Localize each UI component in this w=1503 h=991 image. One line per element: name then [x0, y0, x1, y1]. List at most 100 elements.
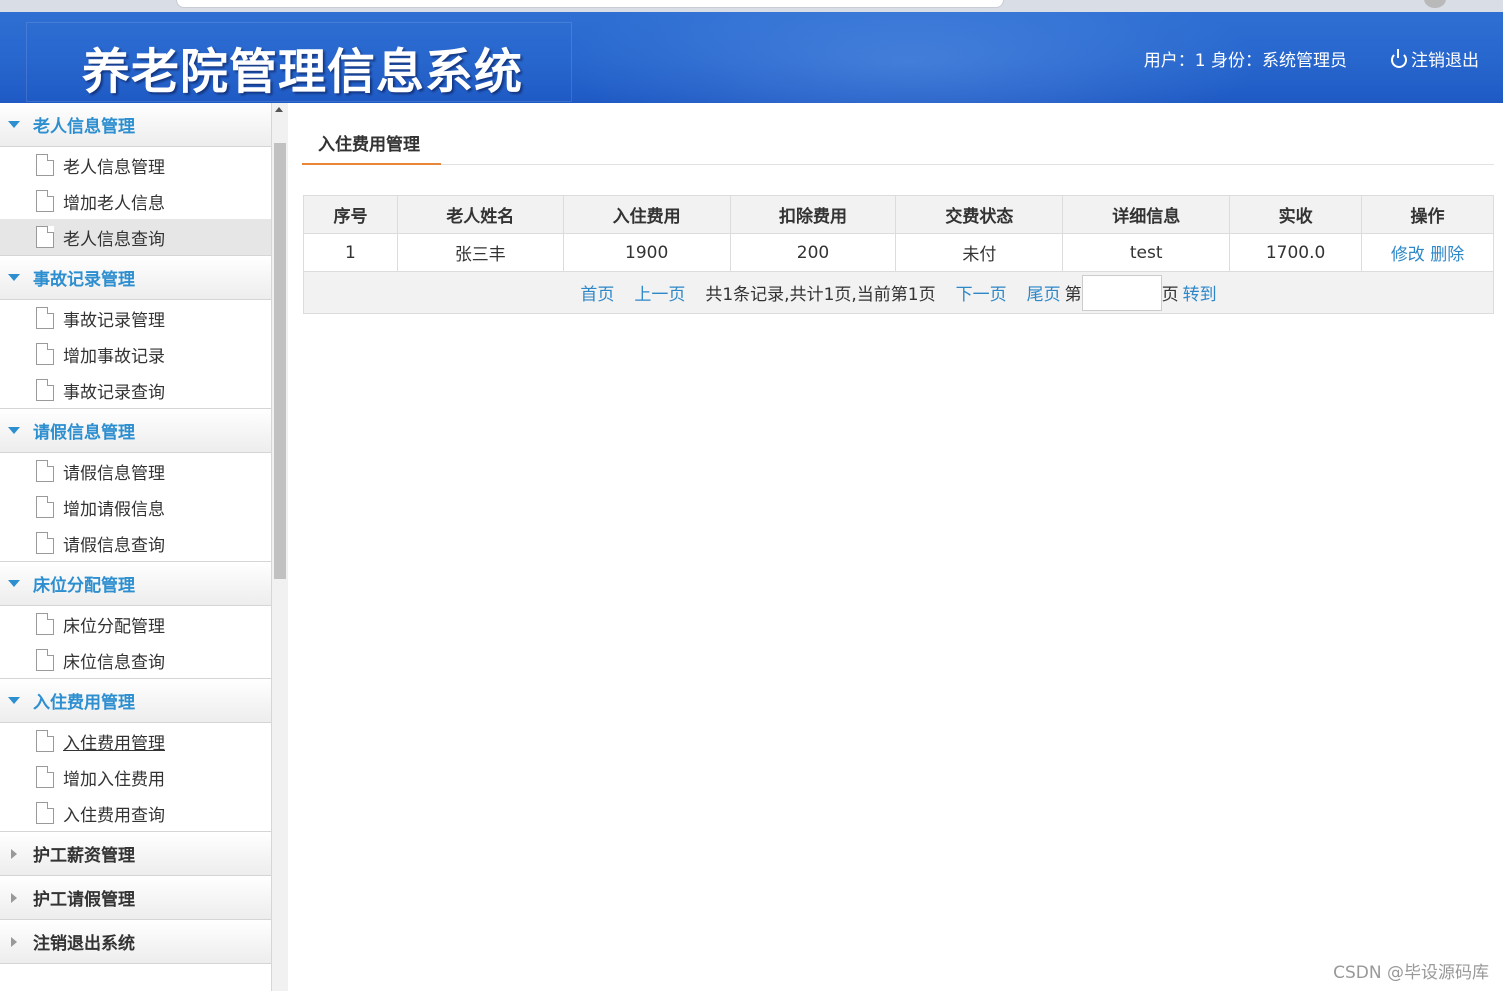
prev-page-link[interactable]: 上一页 [634, 280, 685, 305]
tab-fee-manage[interactable]: 入住费用管理 [302, 125, 441, 165]
sidebar-item-accident-manage[interactable]: 事故记录管理 [0, 300, 271, 336]
sidebar-group-label: 老人信息管理 [33, 117, 135, 137]
first-page-link[interactable]: 首页 [580, 280, 614, 305]
pager-summary: 共1条记录,共计1页,当前第1页 [705, 285, 936, 305]
sidebar-item-elder-manage[interactable]: 老人信息管理 [0, 147, 271, 183]
column-header: 扣除费用 [729, 195, 897, 234]
document-icon [36, 307, 54, 329]
document-icon [36, 532, 54, 554]
document-icon [36, 190, 54, 212]
sidebar-group-nurse-leave[interactable]: 护工请假管理 [0, 876, 271, 920]
sidebar-item-accident-query[interactable]: 事故记录查询 [0, 372, 271, 408]
sidebar-item-label: 请假信息管理 [63, 463, 165, 484]
edit-link[interactable]: 修改 [1391, 245, 1425, 265]
sidebar-item-leave-query[interactable]: 请假信息查询 [0, 525, 271, 561]
sidebar-item-label: 事故记录管理 [63, 310, 165, 331]
column-header: 入住费用 [562, 195, 731, 234]
sidebar-item-leave-add[interactable]: 增加请假信息 [0, 489, 271, 525]
table-header-row: 序号 老人姓名 入住费用 扣除费用 交费状态 详细信息 实收 操作 [303, 195, 1494, 234]
caret-down-icon [8, 274, 20, 281]
sidebar: 老人信息管理 老人信息管理 增加老人信息 老人信息查询 事故记录管理 事故记录管… [0, 103, 272, 991]
main-content: 入住费用管理 序号 老人姓名 入住费用 扣除费用 交费状态 详细信息 实收 操作… [302, 103, 1494, 963]
caret-down-icon [8, 697, 20, 704]
cell-deduction: 200 [729, 233, 897, 272]
sidebar-group-items: 请假信息管理 增加请假信息 请假信息查询 [0, 453, 271, 562]
pagination: 首页 上一页 共1条记录,共计1页,当前第1页 下一页 尾页 第 页 转到 [304, 274, 1493, 311]
document-icon [36, 649, 54, 671]
document-icon [36, 766, 54, 788]
cell-received: 1700.0 [1229, 233, 1363, 272]
last-page-link[interactable]: 尾页 [1027, 280, 1061, 305]
caret-down-icon [8, 427, 20, 434]
user-info: 用户：1 身份：系统管理员 [1143, 51, 1347, 71]
document-icon [36, 226, 54, 248]
sidebar-item-accident-add[interactable]: 增加事故记录 [0, 336, 271, 372]
scrollbar-thumb[interactable] [274, 143, 286, 579]
document-icon [36, 379, 54, 401]
sidebar-item-label: 老人信息查询 [63, 229, 165, 250]
logout-label: 注销退出 [1411, 51, 1479, 71]
sidebar-item-label: 增加事故记录 [63, 346, 165, 367]
column-header: 老人姓名 [396, 195, 564, 234]
sidebar-group-label: 床位分配管理 [33, 576, 135, 596]
address-bar[interactable] [176, 0, 1004, 8]
logout-button[interactable]: 注销退出 [1391, 46, 1479, 71]
power-icon [1391, 49, 1407, 68]
pager-row: 首页 上一页 共1条记录,共计1页,当前第1页 下一页 尾页 第 页 转到 [303, 271, 1494, 314]
page-suffix: 页 [1161, 285, 1179, 305]
document-icon [36, 802, 54, 824]
sidebar-group-leave[interactable]: 请假信息管理 [0, 409, 271, 453]
header-banner: 养老院管理信息系统 用户：1 身份：系统管理员 注销退出 [0, 12, 1503, 103]
sidebar-item-label: 增加请假信息 [63, 499, 165, 520]
sidebar-item-bed-manage[interactable]: 床位分配管理 [0, 606, 271, 642]
sidebar-item-fee-manage[interactable]: 入住费用管理 [0, 723, 271, 759]
sidebar-group-label: 事故记录管理 [33, 270, 135, 290]
sidebar-item-fee-query[interactable]: 入住费用查询 [0, 795, 271, 831]
pager-cell: 首页 上一页 共1条记录,共计1页,当前第1页 下一页 尾页 第 页 转到 [303, 271, 1494, 314]
caret-down-icon [8, 580, 20, 587]
cell-index: 1 [303, 233, 398, 272]
next-page-link[interactable]: 下一页 [956, 280, 1007, 305]
sidebar-item-elder-add[interactable]: 增加老人信息 [0, 183, 271, 219]
fee-table: 序号 老人姓名 入住费用 扣除费用 交费状态 详细信息 实收 操作 1 张三丰 … [303, 195, 1494, 314]
browser-profile-avatar[interactable] [1424, 0, 1446, 8]
sidebar-group-label: 护工请假管理 [33, 890, 135, 910]
sidebar-group-salary[interactable]: 护工薪资管理 [0, 832, 271, 876]
sidebar-item-fee-add[interactable]: 增加入住费用 [0, 759, 271, 795]
delete-link[interactable]: 删除 [1430, 245, 1464, 265]
cell-detail: test [1062, 233, 1231, 272]
column-header: 交费状态 [895, 195, 1064, 234]
sidebar-group-label: 护工薪资管理 [33, 846, 135, 866]
sidebar-group-label: 入住费用管理 [33, 693, 135, 713]
sidebar-item-label: 老人信息管理 [63, 157, 165, 178]
sidebar-group-fee[interactable]: 入住费用管理 [0, 679, 271, 723]
goto-page-link[interactable]: 转到 [1183, 280, 1217, 305]
sidebar-group-bed[interactable]: 床位分配管理 [0, 562, 271, 606]
sidebar-item-elder-query[interactable]: 老人信息查询 [0, 219, 271, 255]
cell-fee: 1900 [562, 233, 731, 272]
sidebar-item-label: 床位信息查询 [63, 652, 165, 673]
document-icon [36, 613, 54, 635]
sidebar-item-bed-query[interactable]: 床位信息查询 [0, 642, 271, 678]
sidebar-scrollbar[interactable] [272, 103, 288, 991]
browser-chrome [0, 0, 1503, 12]
sidebar-item-leave-manage[interactable]: 请假信息管理 [0, 453, 271, 489]
page-number-input[interactable] [1081, 274, 1162, 311]
document-icon [36, 730, 54, 752]
sidebar-group-logout[interactable]: 注销退出系统 [0, 920, 271, 964]
table-row: 1 张三丰 1900 200 未付 test 1700.0 修改 删除 [303, 233, 1494, 272]
column-header: 序号 [303, 195, 398, 234]
sidebar-group-label: 请假信息管理 [33, 423, 135, 443]
sidebar-group-accident[interactable]: 事故记录管理 [0, 256, 271, 300]
column-header: 操作 [1361, 195, 1494, 234]
sidebar-group-items: 床位分配管理 床位信息查询 [0, 606, 271, 679]
sidebar-group-items: 事故记录管理 增加事故记录 事故记录查询 [0, 300, 271, 409]
sidebar-item-label: 入住费用查询 [63, 805, 165, 826]
column-header: 详细信息 [1062, 195, 1231, 234]
sidebar-group-items: 老人信息管理 增加老人信息 老人信息查询 [0, 147, 271, 256]
caret-right-icon [11, 892, 17, 903]
sidebar-item-label: 增加老人信息 [63, 193, 165, 214]
sidebar-group-elder-info[interactable]: 老人信息管理 [0, 103, 271, 147]
sidebar-group-items: 入住费用管理 增加入住费用 入住费用查询 [0, 723, 271, 832]
scroll-up-arrow-icon[interactable] [275, 107, 283, 112]
